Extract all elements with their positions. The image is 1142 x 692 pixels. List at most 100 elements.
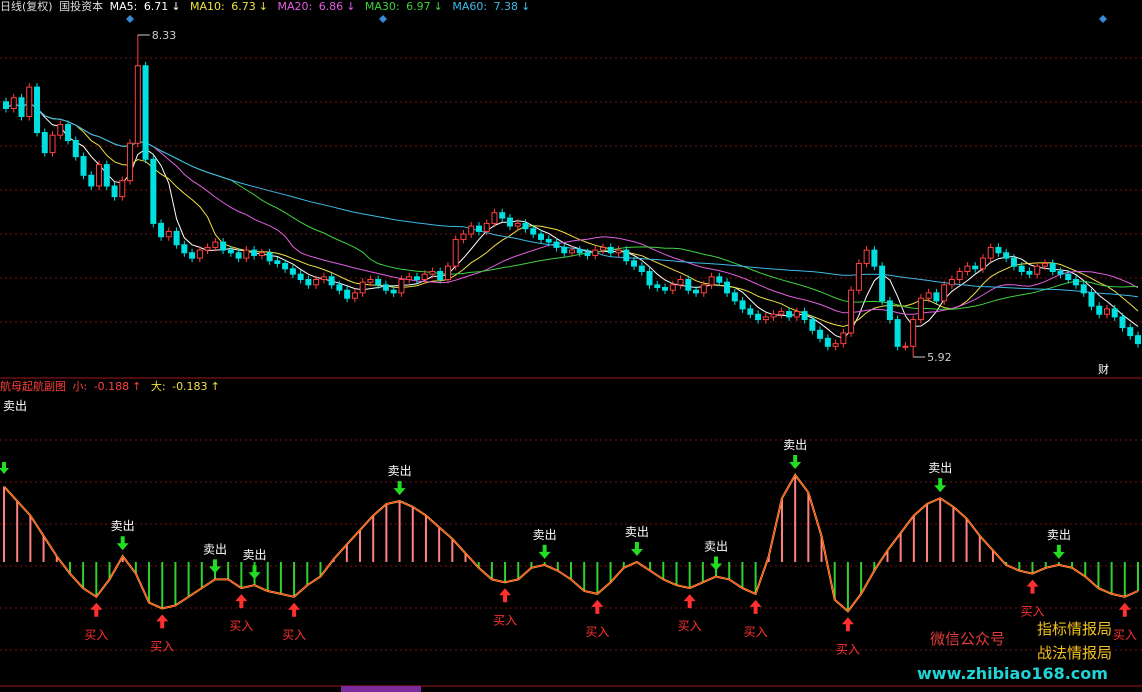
candle-body xyxy=(584,252,591,256)
candle-body xyxy=(561,246,568,254)
watermark-brands: 指标情报局 战法情报局 xyxy=(1037,617,1112,665)
sell-arrow-icon xyxy=(0,462,9,474)
candle-body xyxy=(848,289,855,334)
buy-label: 买入 xyxy=(585,625,609,639)
candle-body xyxy=(212,241,219,248)
candle-body xyxy=(1103,308,1110,315)
candle-body xyxy=(359,281,366,294)
candle-body xyxy=(258,252,265,256)
buy-arrow-icon xyxy=(499,588,512,603)
candle-body xyxy=(894,319,901,347)
candle-body xyxy=(437,270,444,281)
candle-body xyxy=(770,313,777,318)
candle-body xyxy=(444,265,451,281)
candle-body xyxy=(972,265,979,270)
candle-body xyxy=(429,270,436,275)
buy-label: 买入 xyxy=(678,619,702,633)
candle-body xyxy=(266,252,273,262)
candle-body xyxy=(49,134,56,154)
candle-body xyxy=(662,287,669,291)
candle-body xyxy=(398,279,405,294)
marker-diamond-icon xyxy=(126,15,134,23)
candle-body xyxy=(545,238,552,243)
candle-body xyxy=(1096,305,1103,315)
candle-body xyxy=(72,140,79,158)
candle-body xyxy=(747,308,754,315)
candle-body xyxy=(801,311,808,321)
buy-label: 买入 xyxy=(150,639,174,653)
candle-body xyxy=(375,279,382,286)
candle-body xyxy=(1111,308,1118,318)
candle-body xyxy=(1049,262,1056,272)
candle-body xyxy=(941,284,948,302)
candle-body xyxy=(1018,265,1025,272)
candle-body xyxy=(227,249,234,254)
candle-body xyxy=(615,249,622,254)
candle-body xyxy=(530,228,537,235)
sell-label: 卖出 xyxy=(388,464,412,478)
moving-average-lines xyxy=(5,101,1139,339)
sell-label: 卖出 xyxy=(243,548,267,562)
sell-arrow-icon xyxy=(538,544,551,559)
candle-body xyxy=(902,345,909,348)
candle-body xyxy=(274,260,281,264)
candle-body xyxy=(1072,279,1079,286)
candle-body xyxy=(1010,257,1017,267)
candle-body xyxy=(739,300,746,310)
candle-body xyxy=(522,222,529,230)
sell-label: 卖出 xyxy=(625,525,649,539)
sell-arrow-icon xyxy=(934,478,947,493)
candle-body xyxy=(1127,327,1134,337)
candle-body xyxy=(282,262,289,270)
candle-body xyxy=(173,230,180,246)
candle-body xyxy=(406,276,413,281)
candle-body xyxy=(995,246,1002,254)
candle-body xyxy=(631,260,638,267)
candle-body xyxy=(196,249,203,259)
candle-body xyxy=(607,246,614,254)
candle-body xyxy=(724,281,731,294)
candle-body xyxy=(646,270,653,286)
candle-body xyxy=(762,316,769,321)
candle-body xyxy=(421,273,428,281)
candle-body xyxy=(34,86,41,134)
candle-body xyxy=(708,276,715,286)
candle-body xyxy=(26,86,33,118)
buy-label: 买入 xyxy=(84,628,108,642)
candle-body xyxy=(251,249,258,256)
candle-body xyxy=(514,222,521,227)
candle-body xyxy=(499,212,506,219)
candle-body xyxy=(142,65,149,160)
candle-body xyxy=(57,124,64,136)
candle-body xyxy=(693,289,700,294)
buy-label: 买入 xyxy=(836,642,860,656)
buy-arrow-icon xyxy=(1118,602,1131,617)
candle-body xyxy=(65,124,72,142)
candle-body xyxy=(103,164,110,187)
buy-arrow-icon xyxy=(156,614,169,629)
candle-body xyxy=(824,337,831,347)
candle-body xyxy=(127,142,134,182)
candle-body xyxy=(987,246,994,259)
chart-canvas[interactable]: 8.33 5.92 财 买入 卖出买入 卖出买入 卖出买入 卖出买入 卖出买入 卖出买入 卖出买入… xyxy=(0,0,1142,692)
candle-body xyxy=(468,225,475,235)
candle-body xyxy=(382,284,389,291)
candle-body xyxy=(685,279,692,291)
buy-arrow-icon xyxy=(841,617,854,632)
candle-body xyxy=(964,265,971,272)
candle-body xyxy=(863,249,870,264)
buy-label: 买入 xyxy=(1113,628,1137,642)
candle-body xyxy=(506,217,513,227)
candle-body xyxy=(96,164,103,187)
candle-body xyxy=(119,180,126,198)
candle-body xyxy=(669,284,676,291)
candle-body xyxy=(452,238,459,267)
candle-body xyxy=(320,276,327,281)
candle-body xyxy=(1065,273,1072,281)
buy-label: 买入 xyxy=(282,628,306,642)
candle-body xyxy=(413,276,420,281)
candle-body xyxy=(956,270,963,281)
sell-arrow-icon xyxy=(710,556,723,571)
buy-arrow-icon xyxy=(591,599,604,614)
sell-label: 卖出 xyxy=(1047,528,1071,542)
